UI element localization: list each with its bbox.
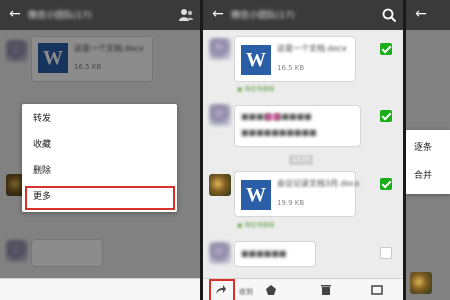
word-file-icon: W bbox=[241, 45, 271, 75]
message-text: ■■■■■■ bbox=[241, 249, 287, 258]
chat-header: ← 微信小团队(17) bbox=[203, 0, 403, 30]
file-message[interactable]: W 会议记录文档3月.docx 19.9 KB bbox=[235, 172, 360, 216]
chat-header: ← bbox=[406, 0, 450, 30]
message-bubble[interactable]: ■■■■■■ bbox=[235, 242, 315, 266]
select-checkbox[interactable] bbox=[380, 43, 392, 55]
message-text: ■■■■■■■■■■ bbox=[241, 128, 317, 137]
message-bubble[interactable]: ■■■■ ■■■■■ ■■ ■■■■■■■■■■ bbox=[235, 106, 360, 146]
menu-item-delete[interactable]: 删除 bbox=[22, 158, 177, 184]
word-file-icon: W bbox=[241, 180, 271, 210]
avatar[interactable] bbox=[209, 104, 231, 126]
back-arrow-icon[interactable]: ← bbox=[209, 4, 227, 24]
more-item-highlight bbox=[25, 186, 175, 210]
back-arrow-icon[interactable]: ← bbox=[412, 4, 430, 24]
panel-chat-context-menu: ← 微信小团队(17) W 这是一个文档.docx 16.5 KB 转发 收藏 … bbox=[0, 0, 200, 300]
avatar[interactable] bbox=[209, 242, 231, 264]
select-checkbox[interactable] bbox=[380, 110, 392, 122]
avatar[interactable] bbox=[410, 272, 432, 294]
message-preview-label: 收到 bbox=[239, 288, 253, 296]
back-arrow-icon[interactable]: ← bbox=[6, 4, 24, 24]
delete-icon[interactable] bbox=[320, 284, 332, 296]
menu-item-combine[interactable]: 合并 bbox=[414, 168, 432, 181]
bottom-bar bbox=[0, 278, 200, 300]
panel-multi-select: ← 微信小团队(17) W 这是一个文档.docx 16.5 KB ▣ 微信电脑… bbox=[203, 0, 403, 300]
file-size: 16.5 KB bbox=[277, 64, 305, 72]
file-size: 19.9 KB bbox=[277, 199, 305, 207]
timestamp-chip: 13:25 bbox=[289, 155, 313, 165]
forward-button-highlight bbox=[209, 279, 235, 300]
file-tag: ▣ 微信电脑版 bbox=[237, 222, 275, 229]
panel-forward-options: ← 逐条 合并 bbox=[406, 0, 450, 300]
forward-mode-menu: 逐条 合并 bbox=[406, 130, 450, 194]
chat-title: 微信小团队(17) bbox=[231, 11, 295, 21]
file-name: 这是一个文档.docx bbox=[277, 44, 347, 53]
search-icon[interactable] bbox=[381, 7, 397, 23]
message-text-emphasis: ■■ bbox=[265, 112, 281, 121]
menu-item-favorite[interactable]: 收藏 bbox=[22, 132, 177, 158]
file-tag: ▣ 微信电脑版 bbox=[237, 86, 275, 93]
menu-item-forward[interactable]: 转发 bbox=[22, 106, 177, 132]
favorite-icon[interactable] bbox=[265, 284, 277, 296]
avatar[interactable] bbox=[209, 174, 231, 196]
select-checkbox[interactable] bbox=[380, 247, 392, 259]
chat-header: ← 微信小团队(17) bbox=[0, 0, 200, 30]
file-message[interactable]: W 这是一个文档.docx 16.5 KB bbox=[235, 37, 355, 81]
more-icon[interactable] bbox=[371, 284, 383, 296]
chat-title: 微信小团队(17) bbox=[28, 11, 92, 21]
menu-item-one-by-one[interactable]: 逐条 bbox=[414, 140, 432, 153]
select-checkbox[interactable] bbox=[380, 178, 392, 190]
file-name: 会议记录文档3月.docx bbox=[277, 179, 360, 188]
avatar[interactable] bbox=[209, 38, 231, 60]
person-icon[interactable] bbox=[178, 7, 194, 23]
